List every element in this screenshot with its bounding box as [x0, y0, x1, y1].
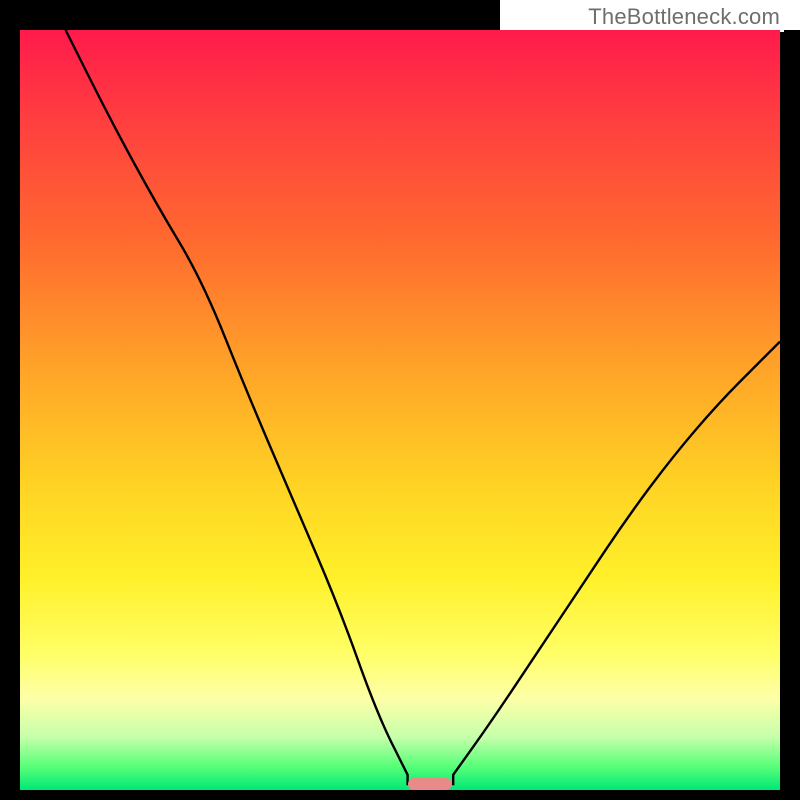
- bottleneck-curve: [20, 30, 780, 790]
- chart-frame: TheBottleneck.com: [0, 0, 800, 800]
- watermark-text: TheBottleneck.com: [584, 4, 784, 32]
- plot-area: [20, 30, 780, 790]
- curve-path: [66, 30, 780, 784]
- optimum-marker: [408, 778, 452, 790]
